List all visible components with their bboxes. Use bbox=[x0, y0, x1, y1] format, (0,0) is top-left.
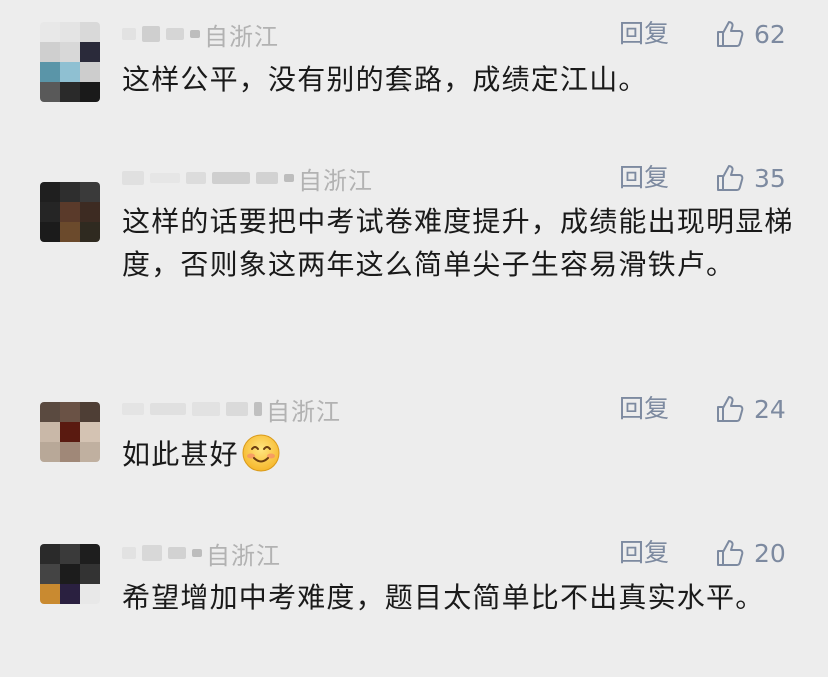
comment-text: 希望增加中考难度，题目太简单比不出真实水平。 bbox=[122, 581, 765, 614]
reply-button[interactable]: 回复 bbox=[619, 160, 669, 196]
comment-meta: 自浙江 bbox=[122, 160, 373, 196]
blurred-username bbox=[122, 171, 294, 185]
like-count: 35 bbox=[754, 163, 786, 193]
avatar[interactable] bbox=[40, 402, 100, 462]
like-button[interactable]: 62 bbox=[714, 16, 786, 52]
thumbs-up-icon bbox=[717, 396, 744, 422]
comment-meta: 自浙江 bbox=[122, 391, 341, 427]
blurred-username bbox=[122, 402, 262, 416]
comment-text: 如此甚好 bbox=[122, 433, 802, 476]
avatar[interactable] bbox=[40, 544, 100, 604]
comment-location: 自浙江 bbox=[266, 397, 341, 426]
reply-button[interactable]: 回复 bbox=[619, 391, 669, 427]
comment-text: 这样公平，没有别的套路，成绩定江山。 bbox=[122, 63, 648, 96]
comment-text: 这样的话要把中考试卷难度提升，成绩能出现明显梯度，否则象这两年这么简单尖子生容易… bbox=[122, 205, 794, 281]
smile-emoji bbox=[242, 434, 280, 472]
thumbs-up-icon bbox=[717, 21, 744, 47]
like-button[interactable]: 20 bbox=[714, 535, 786, 571]
thumbs-up-icon bbox=[717, 165, 744, 191]
like-count: 20 bbox=[754, 538, 786, 568]
comment-location: 自浙江 bbox=[204, 22, 279, 51]
blurred-username bbox=[122, 26, 200, 42]
like-button[interactable]: 35 bbox=[714, 160, 786, 196]
comment-text-content: 如此甚好 bbox=[122, 438, 239, 471]
like-count: 24 bbox=[754, 394, 786, 424]
avatar[interactable] bbox=[40, 182, 100, 242]
avatar[interactable] bbox=[40, 22, 100, 102]
comment-location: 自浙江 bbox=[206, 541, 281, 570]
comment-location: 自浙江 bbox=[298, 166, 373, 195]
reply-button[interactable]: 回复 bbox=[619, 16, 669, 52]
like-count: 62 bbox=[754, 19, 786, 49]
comment-meta: 自浙江 bbox=[122, 16, 279, 52]
reply-button[interactable]: 回复 bbox=[619, 535, 669, 571]
comment-meta: 自浙江 bbox=[122, 535, 281, 571]
blurred-username bbox=[122, 545, 202, 561]
thumbs-up-icon bbox=[717, 540, 744, 566]
like-button[interactable]: 24 bbox=[714, 391, 786, 427]
